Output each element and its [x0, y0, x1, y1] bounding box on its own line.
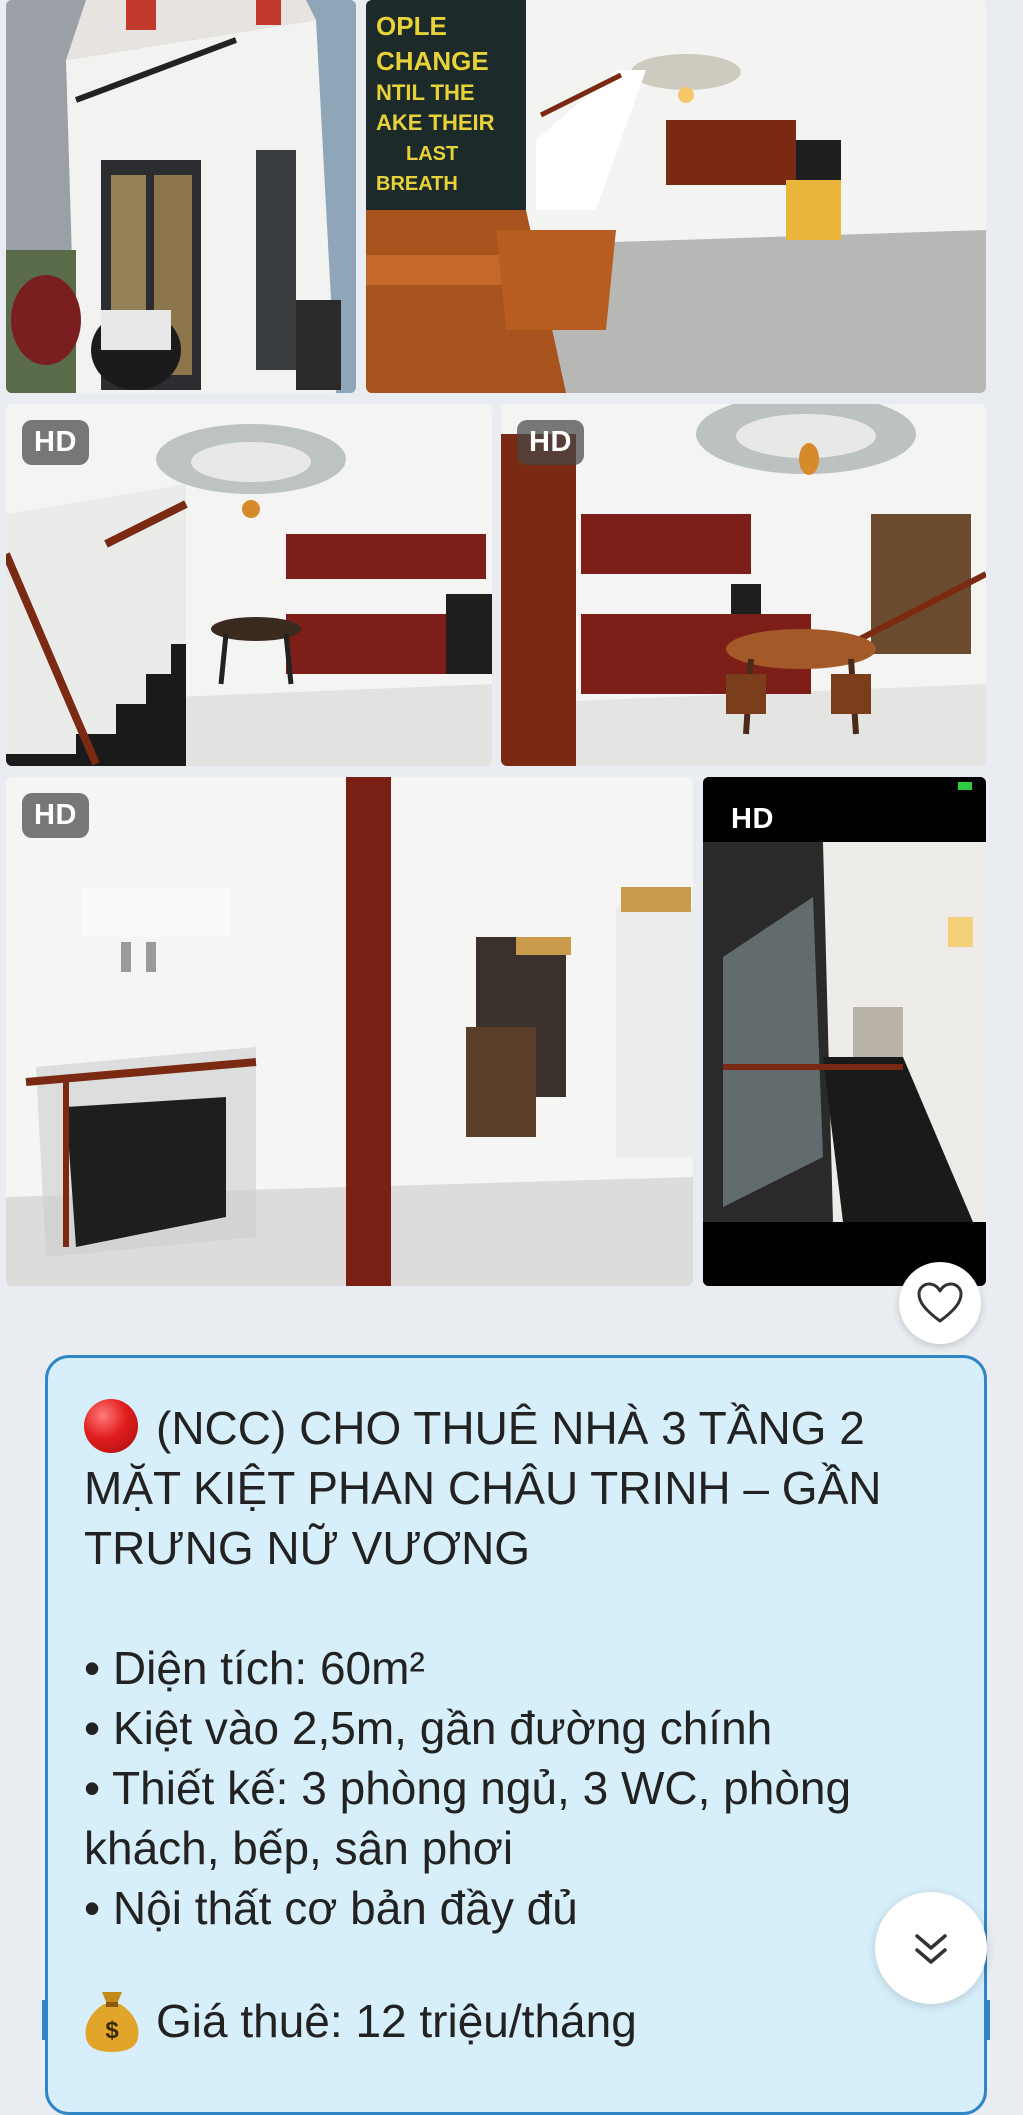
photo-staircase[interactable]: HD: [703, 777, 986, 1286]
poster-line-5: LAST: [406, 143, 458, 165]
money-bag-icon: $: [85, 1992, 139, 2052]
listing-title-line: TRƯNG NỮ VƯƠNG: [84, 1522, 531, 1574]
hd-badge: HD: [22, 420, 89, 465]
photo-living-room[interactable]: OPLE CHANGE NTIL THE AKE THEIR LAST BREA…: [366, 0, 986, 393]
listing-title-line: MẶT KIỆT PHAN CHÂU TRINH – GẦN: [84, 1462, 882, 1514]
photo-exterior[interactable]: [6, 0, 356, 393]
listing-title-text: (NCC) CHO THUÊ NHÀ 3 TẦNG 2: [156, 1402, 865, 1454]
upper-landing-image: [6, 777, 693, 1286]
card-edge-mark: [42, 2000, 48, 2040]
hd-badge: HD: [517, 420, 584, 465]
staircase-image: [703, 777, 986, 1286]
listing-detail-line: • Diện tích: 60m²: [84, 1642, 425, 1694]
hd-badge: HD: [22, 793, 89, 838]
photo-upper-landing[interactable]: HD: [6, 777, 693, 1286]
red-circle-icon: [84, 1399, 138, 1453]
scroll-down-button[interactable]: [875, 1892, 987, 2004]
poster-line-2: CHANGE: [376, 46, 489, 76]
price-row: $ Giá thuê: 12 triệu/tháng: [82, 1986, 637, 2056]
hd-badge: HD: [731, 803, 774, 835]
poster-line-3: NTIL THE: [376, 80, 475, 105]
poster-line-6: BREATH: [376, 173, 458, 195]
exterior-image: [6, 0, 356, 393]
listing-title-line: (NCC) CHO THUÊ NHÀ 3 TẦNG 2: [84, 1398, 964, 1458]
favorite-button[interactable]: [899, 1262, 981, 1344]
poster-line-1: OPLE: [376, 11, 447, 41]
svg-text:$: $: [105, 2017, 119, 2044]
heart-icon: [917, 1282, 963, 1323]
price-text: Giá thuê: 12 triệu/tháng: [156, 1995, 637, 2047]
photo-kitchen-stairs[interactable]: HD: [6, 404, 492, 766]
card-edge-mark: [984, 2000, 990, 2040]
poster-line-4: AKE THEIR: [376, 110, 495, 135]
listing-detail-line: • Nội thất cơ bản đầy đủ: [84, 1882, 578, 1934]
listing-detail-line: • Kiệt vào 2,5m, gần đường chính: [84, 1702, 773, 1754]
photo-kitchen-dining[interactable]: HD: [501, 404, 986, 766]
living-room-image: OPLE CHANGE NTIL THE AKE THEIR LAST BREA…: [366, 0, 986, 393]
chevron-double-down-icon: [915, 1934, 947, 1964]
listing-message-text: (NCC) CHO THUÊ NHÀ 3 TẦNG 2 MẶT KIỆT PHA…: [84, 1398, 964, 1938]
listing-detail-line: khách, bếp, sân phơi: [84, 1822, 514, 1874]
listing-detail-line: • Thiết kế: 3 phòng ngủ, 3 WC, phòng: [84, 1762, 852, 1814]
